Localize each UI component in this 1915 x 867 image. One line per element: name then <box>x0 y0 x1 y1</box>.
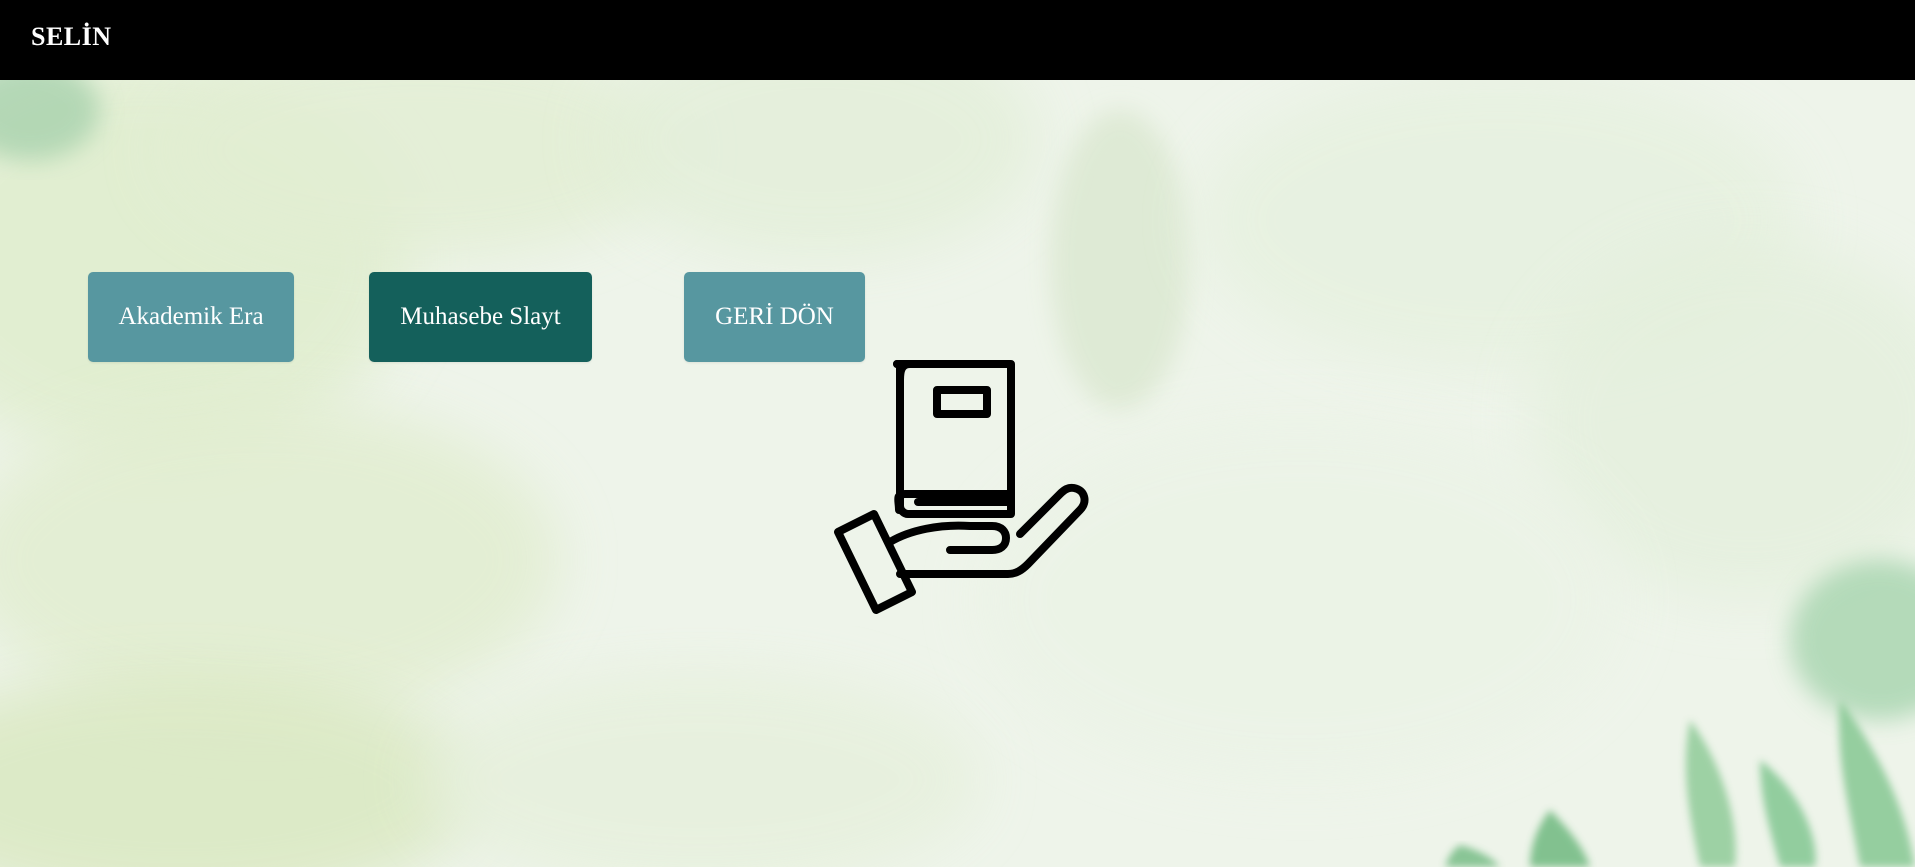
brand-title[interactable]: SELİN <box>31 22 112 52</box>
geri-don-button[interactable]: GERİ DÖN <box>684 272 865 362</box>
book-in-hand-icon <box>830 360 1090 616</box>
top-navbar: SELİN <box>0 0 1915 80</box>
muhasebe-slayt-button[interactable]: Muhasebe Slayt <box>369 272 592 362</box>
page: SELİN Akademik Era Muhasebe Slayt GERİ D… <box>0 0 1915 867</box>
akademik-era-button[interactable]: Akademik Era <box>88 272 294 362</box>
